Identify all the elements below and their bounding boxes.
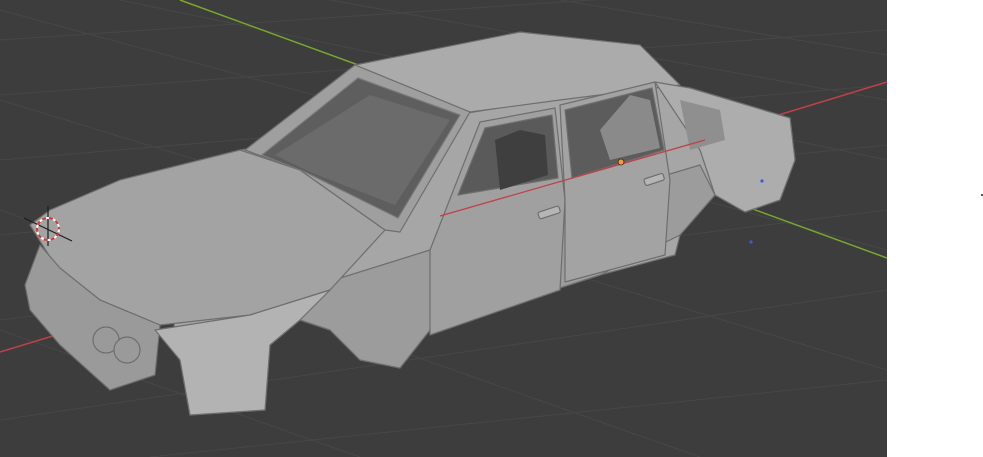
car-body-mesh[interactable] [24, 31, 796, 416]
3d-viewport[interactable] [0, 0, 887, 457]
headlight-right [113, 336, 141, 364]
light-point-icon[interactable] [760, 179, 764, 183]
blender-window [0, 0, 983, 457]
empty-point-icon[interactable] [749, 240, 753, 244]
object-origin-icon[interactable] [617, 158, 625, 166]
side-panel [887, 0, 983, 457]
viewport-canvas[interactable] [0, 0, 887, 457]
